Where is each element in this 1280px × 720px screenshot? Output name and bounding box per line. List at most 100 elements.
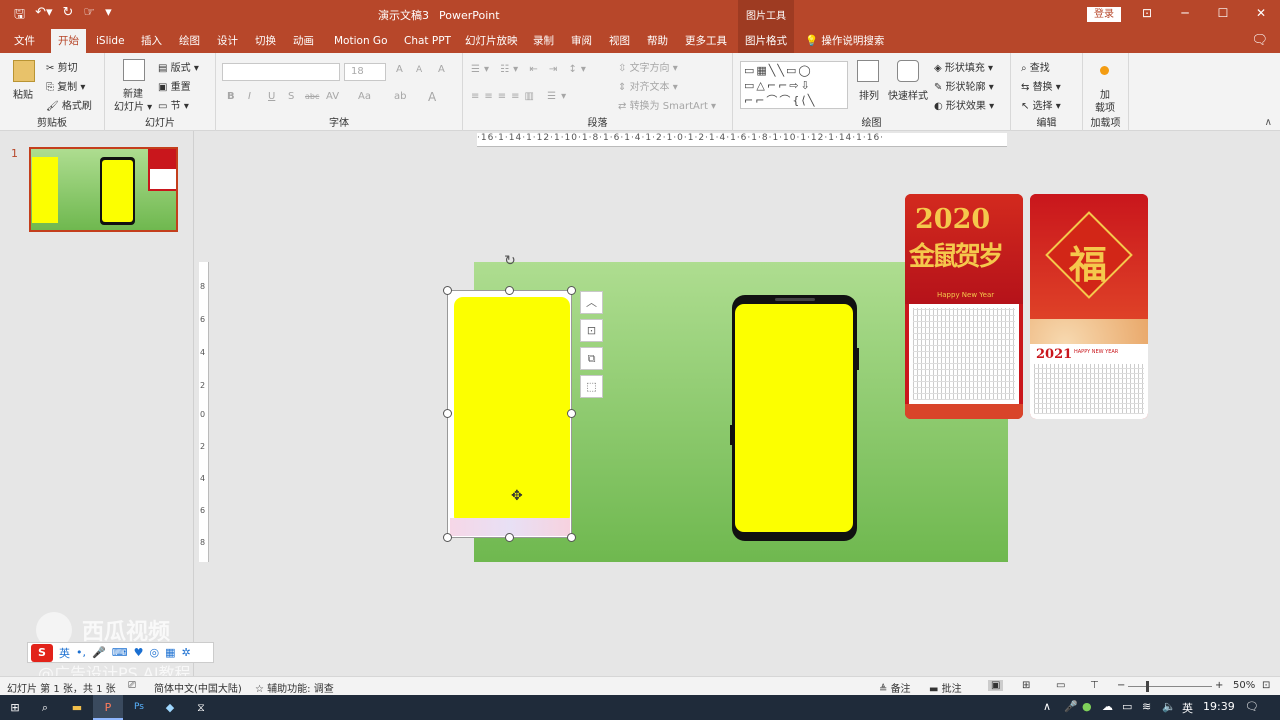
tab-animations[interactable]: 动画 bbox=[286, 29, 321, 53]
tab-design[interactable]: 设计 bbox=[210, 29, 245, 53]
resize-handle-se[interactable] bbox=[567, 533, 576, 542]
powerpoint-icon[interactable]: P bbox=[93, 695, 123, 720]
app-icon[interactable]: ◆ bbox=[155, 695, 185, 720]
microphone-icon[interactable]: 🎤 bbox=[92, 646, 106, 659]
toolbox-icon[interactable]: ▦ bbox=[165, 646, 175, 659]
customize-icon[interactable]: ▾ bbox=[105, 5, 112, 27]
notification-icon[interactable]: 🗨 bbox=[1245, 700, 1259, 713]
normal-view-icon[interactable]: ▣ bbox=[988, 680, 1004, 691]
bold-button[interactable]: B bbox=[227, 91, 235, 102]
font-size-combo[interactable]: 18 bbox=[344, 63, 386, 81]
tab-transitions[interactable]: 切换 bbox=[248, 29, 283, 53]
tab-islide[interactable]: iSlide bbox=[89, 29, 132, 53]
resize-handle-s[interactable] bbox=[505, 533, 514, 542]
shape-effects-button[interactable]: ◐ 形状效果 ▾ bbox=[934, 97, 994, 112]
capcut-icon[interactable]: ⧖ bbox=[186, 695, 216, 720]
underline-button[interactable]: U bbox=[268, 91, 275, 102]
photoshop-icon[interactable]: Ps bbox=[124, 695, 154, 720]
paste-icon[interactable] bbox=[13, 60, 35, 82]
ribbon-display-icon[interactable]: ⊡ bbox=[1128, 0, 1166, 29]
change-case-button[interactable]: Aa bbox=[358, 91, 371, 102]
game-icon[interactable]: ◎ bbox=[149, 646, 159, 659]
touch-mode-icon[interactable]: ☞ bbox=[83, 5, 95, 27]
font-name-combo[interactable] bbox=[222, 63, 340, 81]
resize-handle-w[interactable] bbox=[443, 409, 452, 418]
zoom-level[interactable]: 50% bbox=[1233, 680, 1255, 691]
align-buttons[interactable]: ≡≡≡≡▥ ☰▾ bbox=[471, 91, 571, 102]
tray-mic-icon[interactable]: 🎤 bbox=[1064, 700, 1078, 713]
tab-review[interactable]: 审阅 bbox=[564, 29, 599, 53]
tab-more-tools[interactable]: 更多工具 bbox=[678, 29, 734, 53]
settings-icon[interactable]: ✲ bbox=[181, 646, 190, 659]
resize-handle-nw[interactable] bbox=[443, 286, 452, 295]
search-icon[interactable]: ⌕ bbox=[30, 695, 60, 720]
slide-sorter-icon[interactable]: ⊞ bbox=[1022, 680, 1030, 691]
format-painter-button[interactable]: 🖌 格式刷 bbox=[46, 97, 92, 112]
resize-handle-n[interactable] bbox=[505, 286, 514, 295]
reading-view-icon[interactable]: ▭ bbox=[1056, 680, 1065, 691]
quick-styles-button[interactable]: 快速样式 bbox=[888, 87, 928, 102]
cut-button[interactable]: ✂ 剪切 bbox=[46, 59, 78, 74]
keyboard-icon[interactable]: ⌨ bbox=[112, 646, 128, 659]
tray-ime-indicator[interactable]: 英 bbox=[1182, 700, 1193, 716]
login-button[interactable]: 登录 bbox=[1087, 7, 1121, 22]
sogou-logo-icon[interactable]: S bbox=[31, 643, 53, 662]
tab-motion-go[interactable]: Motion Go bbox=[327, 29, 395, 53]
text-direction-button[interactable]: ⇳ 文字方向 ▾ bbox=[618, 59, 678, 74]
calendar-card-2020[interactable]: 2020 金鼠贺岁 Happy New Year bbox=[905, 194, 1023, 419]
calendar-card-2021[interactable]: 福 2021 HAPPY NEW YEAR bbox=[1030, 194, 1148, 419]
comments-button[interactable]: ▬ 批注 bbox=[929, 680, 962, 695]
collapse-ribbon-icon[interactable]: ∧ bbox=[1265, 117, 1272, 128]
spell-check-icon[interactable]: ⎚ bbox=[128, 680, 136, 691]
tray-cloud-icon[interactable]: ☁ bbox=[1102, 700, 1113, 713]
tray-app-icon[interactable]: ● bbox=[1082, 700, 1092, 713]
layout-options-icon[interactable]: ⊡ bbox=[580, 319, 603, 342]
tab-insert[interactable]: 插入 bbox=[134, 29, 169, 53]
tab-slideshow[interactable]: 幻灯片放映 bbox=[458, 29, 525, 53]
tab-view[interactable]: 视图 bbox=[602, 29, 637, 53]
select-button[interactable]: ↖ 选择 ▾ bbox=[1021, 97, 1061, 112]
maximize-button[interactable]: ☐ bbox=[1204, 0, 1242, 29]
layer-icon[interactable]: ⧉ bbox=[580, 347, 603, 370]
list-buttons[interactable]: ☰▾ ☷▾ ⇤ ⇥ ↕▾ bbox=[471, 64, 590, 75]
shapes-gallery[interactable]: ▭▦╲╲▭◯ ▭△⌐⌐⇨⇩ ⌐⌐⌒⌒{⟨╲ bbox=[740, 61, 848, 109]
tab-record[interactable]: 录制 bbox=[526, 29, 561, 53]
shrink-font-button[interactable]: A bbox=[416, 65, 422, 75]
resize-handle-ne[interactable] bbox=[567, 286, 576, 295]
char-spacing-button[interactable]: AV bbox=[326, 91, 339, 102]
copy-button[interactable]: ⎘ 复制 ▾ bbox=[46, 78, 85, 93]
phone-screen-yellow[interactable] bbox=[735, 304, 853, 532]
tab-picture-format[interactable]: 图片格式 bbox=[738, 29, 794, 53]
file-explorer-icon[interactable]: ▬ bbox=[62, 695, 92, 720]
reset-button[interactable]: ▣ 重置 bbox=[158, 78, 191, 93]
italic-button[interactable]: I bbox=[248, 91, 251, 102]
fit-slide-icon[interactable]: ⊡ bbox=[1262, 680, 1270, 691]
comment-icon[interactable]: 🗨 bbox=[1251, 33, 1268, 48]
replace-button[interactable]: ⇆ 替换 ▾ bbox=[1021, 78, 1061, 93]
start-icon[interactable]: ⊞ bbox=[0, 695, 30, 720]
zoom-out-button[interactable]: − bbox=[1117, 680, 1125, 691]
section-button[interactable]: ▭ 节 ▾ bbox=[158, 97, 189, 112]
tab-chat-ppt[interactable]: Chat PPT bbox=[397, 29, 458, 53]
slide-thumbnail[interactable] bbox=[29, 147, 178, 232]
tray-chevron-icon[interactable]: ∧ bbox=[1043, 700, 1051, 713]
new-slide-icon[interactable] bbox=[123, 59, 145, 81]
tell-me-search[interactable]: 💡 操作说明搜索 bbox=[805, 29, 884, 53]
shadow-button[interactable]: S bbox=[288, 91, 294, 102]
arrange-button[interactable]: 排列 bbox=[859, 87, 879, 102]
ime-language[interactable]: 英 bbox=[59, 645, 70, 661]
zoom-in-button[interactable]: + bbox=[1215, 680, 1223, 691]
tab-file[interactable]: 文件 bbox=[7, 29, 42, 53]
shape-outline-button[interactable]: ✎ 形状轮廓 ▾ bbox=[934, 78, 994, 93]
zoom-slider[interactable] bbox=[1128, 686, 1212, 687]
tray-battery-icon[interactable]: ▭ bbox=[1122, 700, 1132, 713]
tray-volume-icon[interactable]: 🔈 bbox=[1162, 700, 1176, 713]
language-status[interactable]: 简体中文(中国大陆) bbox=[154, 680, 242, 695]
resize-handle-sw[interactable] bbox=[443, 533, 452, 542]
ime-toolbar[interactable]: S 英 •, 🎤 ⌨ ♥ ◎ ▦ ✲ bbox=[27, 642, 214, 663]
align-text-button[interactable]: ⇕ 对齐文本 ▾ bbox=[618, 78, 678, 93]
addin-label-2[interactable]: 载项 bbox=[1095, 99, 1115, 114]
highlight-button[interactable]: ab bbox=[394, 91, 406, 102]
grow-font-button[interactable]: A bbox=[396, 64, 403, 75]
strikethrough-button[interactable]: abc bbox=[305, 92, 319, 101]
